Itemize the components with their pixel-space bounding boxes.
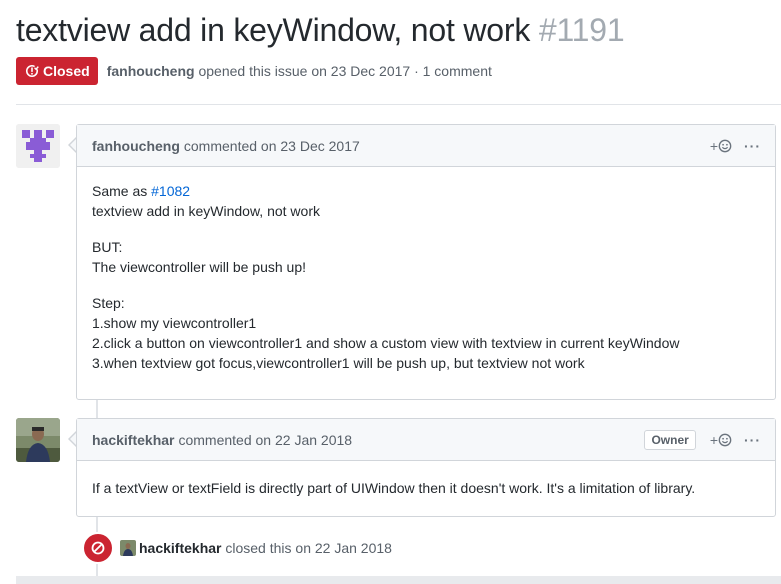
comment-meta[interactable]: commented on 22 Jan 2018 <box>178 432 352 448</box>
state-label: Closed <box>43 63 90 79</box>
comment-actions: Owner + ··· <box>644 419 761 461</box>
comment-paragraph: Same as #1082 textview add in keyWindow, … <box>92 181 760 221</box>
user-photo-avatar <box>16 418 60 462</box>
event-description: closed this on 22 Jan 2018 <box>225 540 392 556</box>
timeline-line <box>96 564 98 576</box>
user-photo-avatar <box>120 540 136 556</box>
circle-slash-icon <box>91 541 105 555</box>
avatar-fanhoucheng[interactable] <box>16 124 60 168</box>
more-options-button[interactable]: ··· <box>744 432 761 448</box>
comment-header: fanhoucheng commented on 23 Dec 2017 + ·… <box>77 125 775 167</box>
plus-label: + <box>709 138 718 154</box>
comment-paragraph: If a textView or textField is directly p… <box>92 480 696 496</box>
timeline-line <box>96 400 98 418</box>
issue-number: #1191 <box>538 12 625 48</box>
more-options-button[interactable]: ··· <box>744 138 761 154</box>
avatar-hackiftekhar[interactable] <box>16 418 60 462</box>
issue-author-link[interactable]: fanhoucheng <box>107 63 195 79</box>
closed-event: hackiftekhar closed this on 22 Jan 2018 <box>82 532 392 564</box>
comment-actions: + ··· <box>710 125 761 167</box>
text-line: Step: <box>92 295 125 311</box>
event-badge <box>82 532 114 564</box>
issue-opened-text: opened this issue on 23 Dec 2017 · 1 com… <box>198 63 492 79</box>
state-badge: Closed <box>16 57 98 85</box>
identicon-avatar <box>16 124 60 168</box>
text-line: 3.when textview got focus,viewcontroller… <box>92 355 585 371</box>
smiley-icon <box>718 433 732 447</box>
header-divider <box>16 104 781 105</box>
add-reaction-button[interactable]: + <box>710 432 732 448</box>
comment-paragraph: Step: 1.show my viewcontroller1 2.click a … <box>92 293 760 373</box>
text-prefix: Same as <box>92 183 152 199</box>
issue-link-1082[interactable]: #1082 <box>151 183 190 199</box>
comment-1: fanhoucheng commented on 23 Dec 2017 + ·… <box>76 124 776 400</box>
text-line: 1.show my viewcontroller1 <box>92 315 257 331</box>
timeline-line <box>96 517 98 532</box>
plus-label: + <box>709 432 718 448</box>
text-line: BUT: <box>92 239 123 255</box>
issue-title: textview add in keyWindow, not work #119… <box>16 12 625 49</box>
comment-2: hackiftekhar commented on 22 Jan 2018 Ow… <box>76 418 776 517</box>
comment-body: Same as #1082 textview add in keyWindow, … <box>77 167 775 388</box>
bottom-divider <box>16 576 781 584</box>
comment-author[interactable]: fanhoucheng <box>92 138 180 154</box>
smiley-icon <box>718 139 732 153</box>
comment-body: If a textView or textField is directly p… <box>77 461 775 513</box>
owner-badge: Owner <box>644 430 696 450</box>
issue-meta-text: fanhoucheng opened this issue on 23 Dec … <box>107 63 492 79</box>
comment-header: hackiftekhar commented on 22 Jan 2018 Ow… <box>77 419 775 461</box>
issue-meta: Closed fanhoucheng opened this issue on … <box>16 57 492 85</box>
comment-author[interactable]: hackiftekhar <box>92 432 174 448</box>
text-line: The viewcontroller will be push up! <box>92 259 306 275</box>
event-actor-link[interactable]: hackiftekhar <box>139 540 221 556</box>
comment-meta[interactable]: commented on 23 Dec 2017 <box>184 138 360 154</box>
comment-paragraph: BUT: The viewcontroller will be push up! <box>92 237 760 277</box>
issue-closed-icon <box>25 64 39 78</box>
issue-title-text: textview add in keyWindow, not work <box>16 12 531 48</box>
text-line: 2.click a button on viewcontroller1 and … <box>92 335 680 351</box>
actor-mini-avatar[interactable] <box>120 540 136 556</box>
text-line: textview add in keyWindow, not work <box>92 203 320 219</box>
add-reaction-button[interactable]: + <box>710 138 732 154</box>
event-text: hackiftekhar closed this on 22 Jan 2018 <box>120 540 392 556</box>
